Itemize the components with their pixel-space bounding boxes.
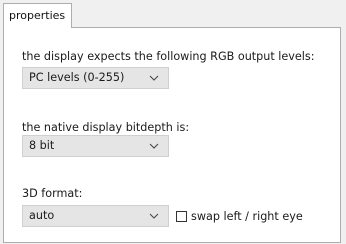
rgb-levels-dropdown[interactable]: PC levels (0-255): [22, 67, 169, 89]
properties-panel: the display expects the following RGB ou…: [3, 27, 341, 243]
rgb-levels-value: PC levels (0-255): [29, 71, 125, 84]
bitdepth-label: the native display bitdepth is:: [22, 121, 190, 134]
swap-eyes-checkbox-row[interactable]: swap left / right eye: [176, 208, 303, 224]
chevron-down-icon: [149, 213, 159, 219]
chevron-down-icon: [149, 75, 159, 81]
properties-dialog: properties the display expects the follo…: [0, 0, 346, 244]
chevron-down-icon: [149, 143, 159, 149]
bitdepth-dropdown[interactable]: 8 bit: [22, 135, 169, 157]
format-3d-value: auto: [29, 209, 55, 222]
tab-properties[interactable]: properties: [3, 3, 73, 28]
tab-properties-label: properties: [9, 9, 66, 22]
format-3d-label: 3D format:: [22, 187, 83, 200]
rgb-levels-label: the display expects the following RGB ou…: [22, 50, 315, 63]
swap-eyes-label: swap left / right eye: [191, 209, 303, 223]
swap-eyes-checkbox[interactable]: [176, 210, 187, 222]
format-3d-dropdown[interactable]: auto: [22, 205, 169, 227]
bitdepth-value: 8 bit: [29, 139, 55, 152]
